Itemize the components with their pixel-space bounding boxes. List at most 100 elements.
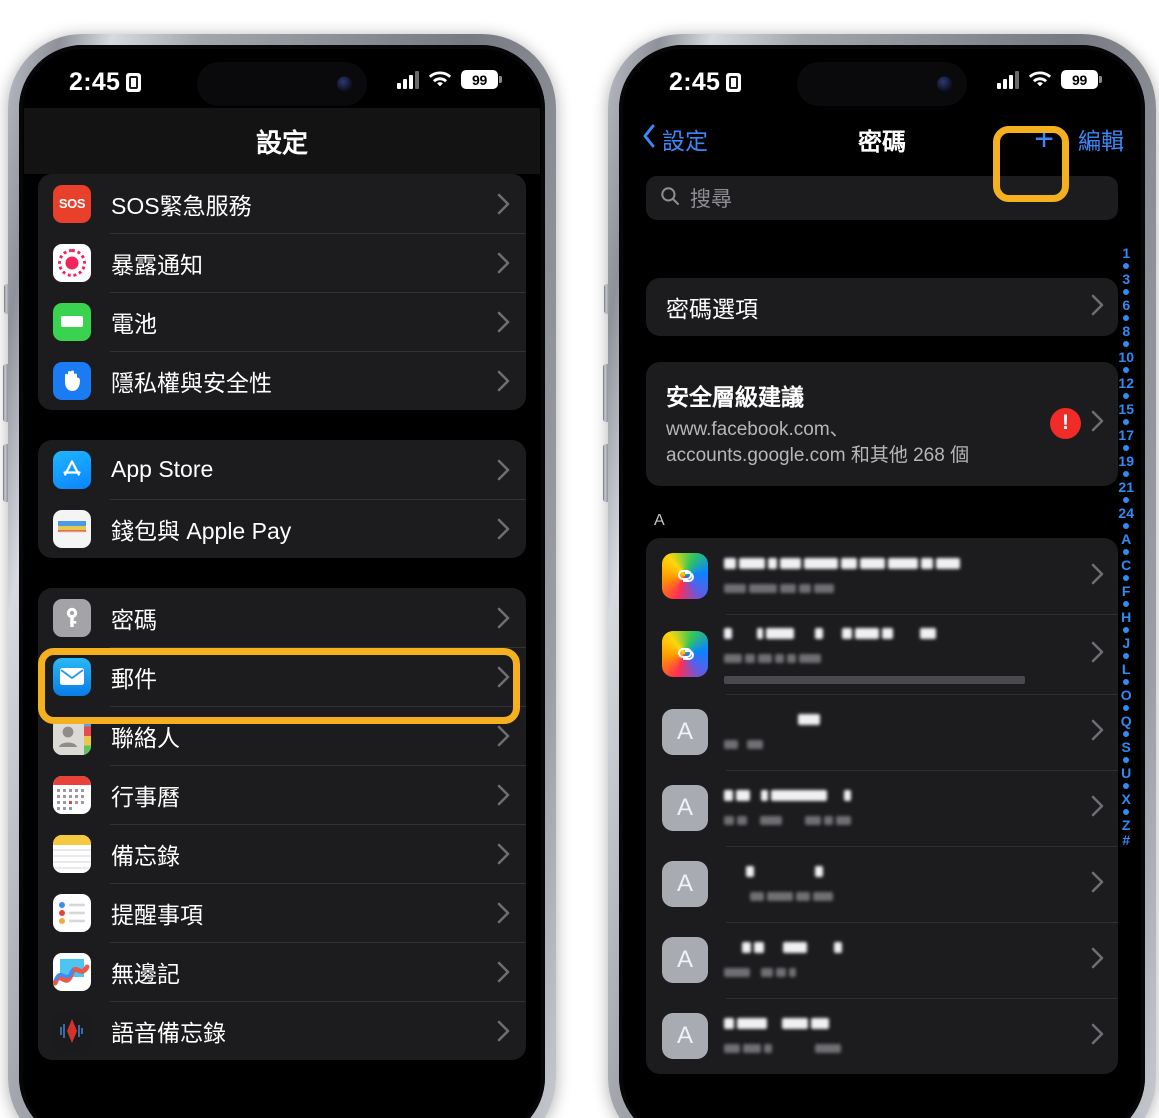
index-letter[interactable]: 6 <box>1122 298 1130 312</box>
sidebar-item-exposure-notifications[interactable]: 暴露通知 <box>38 233 526 292</box>
index-letter[interactable]: S <box>1122 740 1131 754</box>
sidebar-item-privacy-security[interactable]: 隱私權與安全性 <box>38 351 526 410</box>
dynamic-island[interactable] <box>197 62 367 106</box>
voice-memos-icon <box>53 1011 91 1050</box>
list-item[interactable]: A <box>646 998 1118 1074</box>
index-letter[interactable]: 24 <box>1118 506 1134 520</box>
sidebar-item-contacts[interactable]: 聯絡人 <box>38 706 526 765</box>
index-dot[interactable] <box>1123 471 1130 477</box>
index-dot[interactable] <box>1123 289 1130 295</box>
index-letter[interactable]: X <box>1122 792 1131 806</box>
index-dot[interactable] <box>1123 341 1130 347</box>
index-letter[interactable]: H <box>1121 610 1131 624</box>
chevron-right-icon <box>497 607 510 629</box>
index-dot[interactable] <box>1123 731 1130 737</box>
passwords-list[interactable]: 密碼選項 安全層級建議 www.facebook.com、 accounts.g… <box>624 236 1140 1118</box>
index-dot[interactable] <box>1123 575 1130 581</box>
index-dot[interactable] <box>1123 679 1130 685</box>
edit-button[interactable]: 編輯 <box>1078 122 1124 156</box>
chevron-right-icon <box>1091 294 1104 321</box>
index-letter[interactable]: 17 <box>1118 428 1134 442</box>
list-item[interactable]: A <box>646 694 1118 770</box>
generic-a-icon: A <box>662 937 708 984</box>
sidebar-item-notes[interactable]: 備忘錄 <box>38 824 526 883</box>
index-letter[interactable]: 10 <box>1118 350 1134 364</box>
index-dot[interactable] <box>1123 757 1130 763</box>
index-dot[interactable] <box>1123 627 1130 633</box>
search-placeholder: 搜尋 <box>690 188 732 211</box>
index-letter[interactable]: L <box>1122 662 1131 676</box>
index-letter[interactable]: 21 <box>1118 480 1134 494</box>
index-letter[interactable]: A <box>1121 532 1131 546</box>
sidebar-item-calendar[interactable]: 行事曆 <box>38 765 526 824</box>
row-label: 密碼 <box>111 606 157 633</box>
silent-switch[interactable] <box>4 284 9 314</box>
password-options-row[interactable]: 密碼選項 <box>646 278 1118 336</box>
sidebar-item-passwords[interactable]: 密碼 <box>38 588 526 647</box>
back-button[interactable]: 設定 <box>642 122 708 156</box>
index-dot[interactable] <box>1123 549 1130 555</box>
index-dot[interactable] <box>1123 367 1130 373</box>
silent-switch[interactable] <box>604 284 609 314</box>
index-letter[interactable]: Q <box>1121 714 1132 728</box>
index-letter[interactable]: Z <box>1122 818 1131 832</box>
index-dot[interactable] <box>1123 653 1130 659</box>
index-dot[interactable] <box>1123 783 1130 789</box>
volume-down-button[interactable] <box>603 444 608 502</box>
index-letter[interactable]: C <box>1121 558 1131 572</box>
index-dot[interactable] <box>1123 705 1130 711</box>
back-button-label: 設定 <box>662 128 708 154</box>
search-input[interactable]: 搜尋 <box>646 176 1118 220</box>
left-phone-bezel: 2:45 99 設定 SOS SOS緊急服務 暴露通知 電池 隱私權與安全性 A… <box>19 45 545 1118</box>
index-letter[interactable]: 3 <box>1122 272 1130 286</box>
security-recommendations-card[interactable]: 安全層級建議 www.facebook.com、 accounts.google… <box>646 362 1118 487</box>
volume-up-button[interactable] <box>603 364 608 422</box>
volume-down-button[interactable] <box>3 444 8 502</box>
sidebar-item-app-store[interactable]: App Store <box>38 440 526 499</box>
index-dot[interactable] <box>1123 263 1130 269</box>
list-item[interactable] <box>646 614 1118 694</box>
index-letter[interactable]: 12 <box>1118 376 1134 390</box>
right-status-bar: 2:45 99 <box>624 50 1140 112</box>
sidebar-item-reminders[interactable]: 提醒事項 <box>38 883 526 942</box>
battery-percent-label: 99 <box>1072 71 1087 88</box>
list-item[interactable] <box>646 538 1118 614</box>
add-password-button[interactable]: + <box>1034 122 1054 156</box>
index-letter[interactable]: 8 <box>1122 324 1130 338</box>
list-item[interactable]: A <box>646 846 1118 922</box>
index-letter[interactable]: F <box>1122 584 1131 598</box>
index-dot[interactable] <box>1123 809 1130 815</box>
index-dot[interactable] <box>1123 419 1130 425</box>
cellular-signal-icon <box>997 70 1019 89</box>
index-dot[interactable] <box>1123 497 1130 503</box>
index-letter[interactable]: 1 <box>1122 246 1130 260</box>
settings-list[interactable]: SOS SOS緊急服務 暴露通知 電池 隱私權與安全性 App Store 錢包… <box>24 50 540 1118</box>
index-letter[interactable]: U <box>1121 766 1131 780</box>
index-letter[interactable]: # <box>1122 833 1130 847</box>
index-dot[interactable] <box>1123 601 1130 607</box>
sidebar-item-freeform[interactable]: 無邊記 <box>38 942 526 1001</box>
sidebar-item-battery[interactable]: 電池 <box>38 292 526 351</box>
index-dot[interactable] <box>1123 393 1130 399</box>
sidebar-item-voice-memos[interactable]: 語音備忘錄 <box>38 1001 526 1060</box>
search-icon <box>660 186 680 211</box>
volume-up-button[interactable] <box>3 364 8 422</box>
index-dot[interactable] <box>1123 315 1130 321</box>
index-letter[interactable]: J <box>1122 636 1130 650</box>
index-letter[interactable]: 19 <box>1118 454 1134 468</box>
notes-icon <box>53 834 91 873</box>
sidebar-item-wallet-apple-pay[interactable]: 錢包與 Apple Pay <box>38 499 526 558</box>
alphabet-index-strip[interactable]: 1 3 6 8 10 12 15 17 19 21 24 A C F H J L O Q S U X Z # <box>1118 246 1134 847</box>
index-letter[interactable]: 15 <box>1118 402 1134 416</box>
dynamic-island[interactable] <box>797 62 967 106</box>
row-label: 錢包與 Apple Pay <box>111 517 292 544</box>
password-entries: A A A A A <box>646 538 1118 1075</box>
exposure-notification-icon <box>53 243 91 282</box>
index-dot[interactable] <box>1123 523 1130 529</box>
sidebar-item-sos[interactable]: SOS SOS緊急服務 <box>38 174 526 233</box>
sidebar-item-mail[interactable]: 郵件 <box>38 647 526 706</box>
list-item[interactable]: A <box>646 922 1118 998</box>
index-dot[interactable] <box>1123 445 1130 451</box>
list-item[interactable]: A <box>646 770 1118 846</box>
index-letter[interactable]: O <box>1121 688 1132 702</box>
